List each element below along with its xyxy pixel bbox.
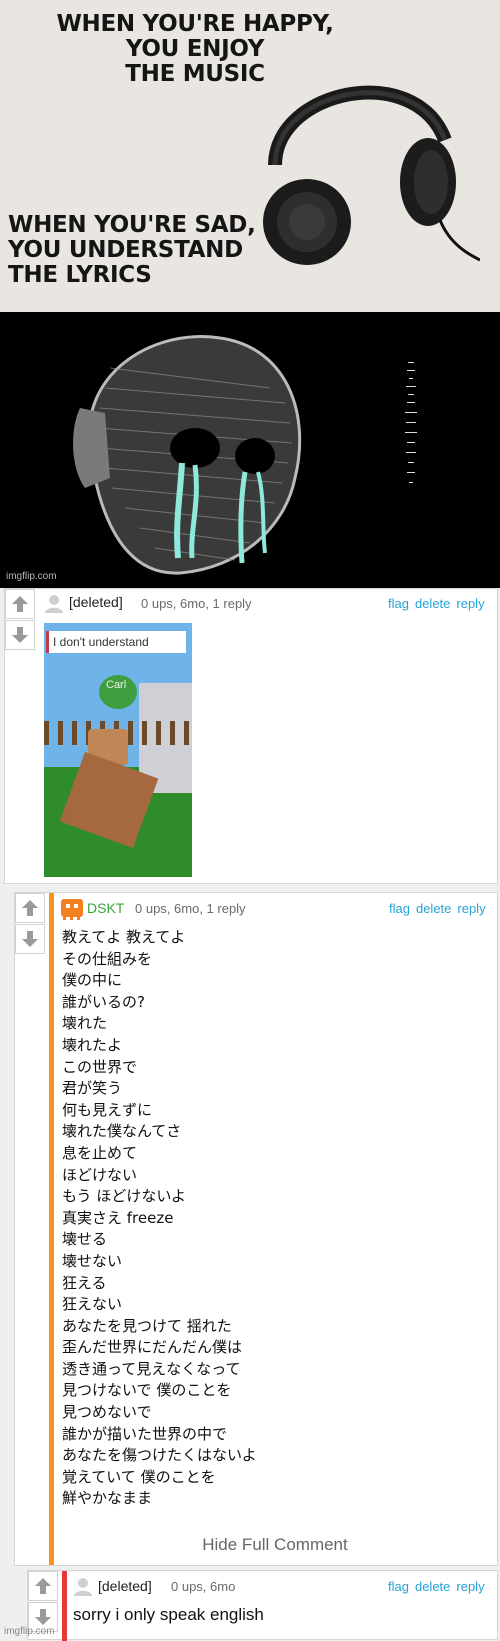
comment-deleted-1: [deleted] 0 ups, 6mo, 1 reply flag delete… <box>4 588 498 884</box>
avatar-icon <box>61 899 83 920</box>
username[interactable]: [deleted] <box>69 594 123 610</box>
meme-image: WHEN YOU'RE HAPPY, YOU ENJOY THE MUSIC W… <box>0 0 500 588</box>
flag-link[interactable]: flag <box>389 901 410 916</box>
flag-link[interactable]: flag <box>388 1579 409 1594</box>
arrow-up-icon <box>22 900 38 916</box>
arrow-down-icon <box>22 931 38 947</box>
sad-panel: imgflip.com <box>0 312 500 588</box>
username[interactable]: [deleted] <box>98 1578 152 1594</box>
sad-caption: WHEN YOU'RE SAD, YOU UNDERSTAND THE LYRI… <box>8 212 256 288</box>
hide-full-comment-button[interactable]: Hide Full Comment <box>55 1535 495 1555</box>
arrow-up-icon <box>35 1578 51 1594</box>
delete-link[interactable]: delete <box>415 596 450 611</box>
reply-link[interactable]: reply <box>457 901 485 916</box>
character-name: Carl <box>106 679 127 691</box>
comment-text: sorry i only speak english <box>73 1605 264 1624</box>
delete-link[interactable]: delete <box>415 1579 450 1594</box>
comment-meta: 0 ups, 6mo, 1 reply <box>135 901 246 916</box>
avatar-icon <box>74 1578 92 1596</box>
image-caption: I don't understand <box>46 631 186 653</box>
flag-link[interactable]: flag <box>388 596 409 611</box>
username[interactable]: DSKT <box>87 900 124 916</box>
imgflip-watermark: imgflip.com <box>6 571 57 582</box>
arrow-up-icon <box>12 596 28 612</box>
comment-accent-bar <box>62 1571 67 1641</box>
reply-link[interactable]: reply <box>456 596 484 611</box>
arrow-down-icon <box>12 627 28 643</box>
upvote-button[interactable] <box>5 589 35 619</box>
upvote-button[interactable] <box>28 1571 58 1601</box>
downvote-button[interactable] <box>15 924 45 954</box>
comment-meta: 0 ups, 6mo, 1 reply <box>141 596 252 611</box>
reply-link[interactable]: reply <box>456 1579 484 1594</box>
comment-actions: flag delete reply <box>382 596 485 611</box>
headphones-image <box>263 85 480 265</box>
avatar-icon <box>45 595 63 613</box>
happy-panel: WHEN YOU'RE HAPPY, YOU ENJOY THE MUSIC W… <box>0 0 500 312</box>
crying-face-image <box>73 335 302 575</box>
comment-meta: 0 ups, 6mo <box>171 1579 236 1594</box>
comment-deleted-2: [deleted] 0 ups, 6mo flag delete reply sor… <box>27 1570 498 1641</box>
comment-text: 教えてよ 教えてよ その仕組みを 僕の中に 誰がいるの? 壊れた 壊れたよ この世界で君… <box>62 928 257 1508</box>
comment-image[interactable]: I don't understand Carl <box>44 623 192 877</box>
comment-dskt: DSKT 0 ups, 6mo, 1 reply flag delete reply… <box>14 892 498 1566</box>
upvote-button[interactable] <box>15 893 45 923</box>
delete-link[interactable]: delete <box>416 901 451 916</box>
downvote-button[interactable] <box>5 620 35 650</box>
footer-watermark: imgflip.com <box>4 1626 55 1637</box>
arrow-down-icon <box>35 1609 51 1625</box>
audio-waveform-graphic <box>405 362 417 483</box>
comment-actions: flag delete reply <box>382 1579 485 1594</box>
comment-accent-bar <box>49 893 54 1565</box>
comment-actions: flag delete reply <box>383 901 486 916</box>
